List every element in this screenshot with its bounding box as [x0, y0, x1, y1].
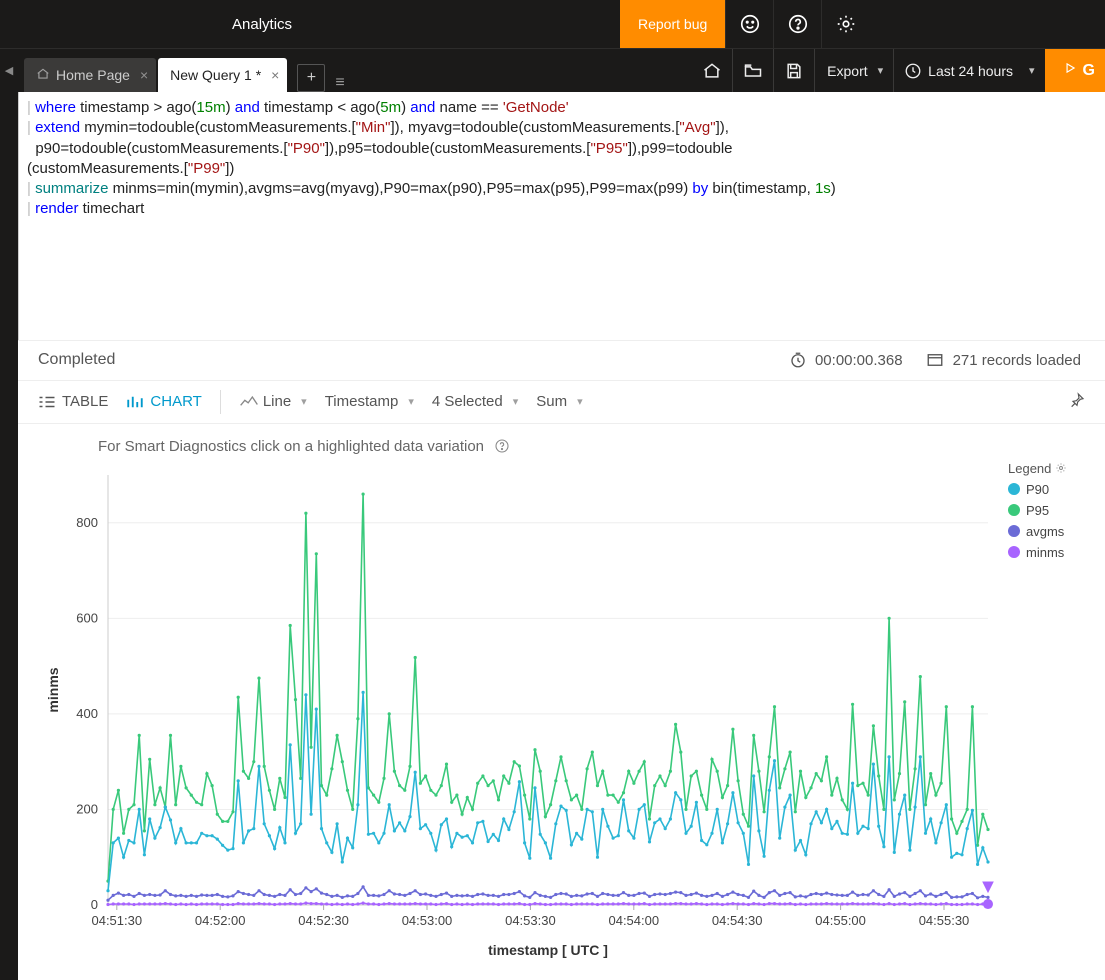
series-dropdown[interactable]: 4 Selected▾	[432, 393, 518, 410]
aggregation-dropdown[interactable]: Sum▾	[536, 393, 582, 410]
svg-text:800: 800	[76, 514, 98, 529]
svg-text:04:53:30: 04:53:30	[505, 913, 556, 928]
svg-text:400: 400	[76, 705, 98, 720]
svg-text:04:52:00: 04:52:00	[195, 913, 246, 928]
home-button[interactable]	[692, 49, 732, 93]
report-bug-button[interactable]: Report bug	[620, 0, 725, 48]
svg-text:600: 600	[76, 610, 98, 625]
status-label: Completed	[38, 351, 115, 369]
tab-home[interactable]: Home Page ×	[24, 58, 156, 92]
chevron-down-icon: ▾	[878, 64, 884, 77]
tab-new-query[interactable]: New Query 1 * ×	[158, 58, 287, 92]
query-duration: 00:00:00.368	[789, 351, 903, 369]
pin-icon[interactable]	[1069, 392, 1085, 412]
svg-text:04:55:00: 04:55:00	[815, 913, 866, 928]
help-icon[interactable]	[773, 0, 821, 48]
tab-menu-icon[interactable]: ≡	[335, 74, 344, 92]
play-icon	[1063, 61, 1077, 80]
gear-icon	[1055, 462, 1067, 474]
status-bar: Completed 00:00:00.368 271 records loade…	[18, 340, 1105, 380]
svg-text:04:53:00: 04:53:00	[402, 913, 453, 928]
view-table-button[interactable]: TABLE	[38, 393, 108, 410]
gear-icon[interactable]	[821, 0, 869, 48]
svg-text:200: 200	[76, 801, 98, 816]
close-icon[interactable]: ×	[271, 67, 279, 83]
chart-legend: Legend P90 P95 avgms minms	[1008, 461, 1067, 970]
close-icon[interactable]: ×	[140, 67, 148, 83]
chevron-down-icon: ▾	[1029, 64, 1035, 77]
svg-text:0: 0	[91, 897, 98, 912]
svg-text:04:51:30: 04:51:30	[91, 913, 142, 928]
top-bar: Analytics Report bug	[0, 0, 1105, 48]
svg-text:04:54:30: 04:54:30	[712, 913, 763, 928]
collapse-left-icon[interactable]: ◀	[0, 49, 18, 92]
svg-text:04:54:00: 04:54:00	[608, 913, 659, 928]
line-chart[interactable]: 0 200 400 600 800 04:51:30 04:52:00 04:52:30 04:…	[38, 455, 998, 970]
legend-item-P95[interactable]: P95	[1008, 503, 1067, 518]
view-chart-button[interactable]: CHART	[126, 393, 201, 410]
smiley-icon[interactable]	[725, 0, 773, 48]
home-icon	[36, 67, 50, 84]
open-button[interactable]	[732, 49, 773, 93]
svg-text:04:55:30: 04:55:30	[919, 913, 970, 928]
chart-area: For Smart Diagnostics click on a highlig…	[18, 424, 1105, 980]
tab-toolbar-row: ◀ Home Page × New Query 1 * × + ≡ Export…	[0, 48, 1105, 92]
query-editor[interactable]: | where timestamp > ago(15m) and timesta…	[18, 92, 1105, 340]
chart-type-dropdown[interactable]: Line▾	[239, 393, 307, 410]
save-button[interactable]	[773, 49, 814, 93]
tab-new-query-label: New Query 1 *	[170, 67, 261, 83]
svg-text:04:52:30: 04:52:30	[298, 913, 349, 928]
records-loaded: 271 records loaded	[925, 351, 1081, 369]
time-range-button[interactable]: Last 24 hours ▾	[893, 49, 1044, 93]
export-button[interactable]: Export ▾	[814, 49, 893, 93]
brand-title: Analytics	[0, 16, 620, 33]
tab-home-label: Home Page	[56, 67, 130, 83]
help-icon[interactable]	[494, 438, 510, 454]
legend-item-minms[interactable]: minms	[1008, 545, 1067, 560]
x-axis-dropdown[interactable]: Timestamp▾	[325, 393, 414, 410]
legend-item-P90[interactable]: P90	[1008, 482, 1067, 497]
smart-diagnostics-hint: For Smart Diagnostics click on a highlig…	[98, 438, 1085, 455]
add-tab-button[interactable]: +	[297, 64, 325, 92]
chart-toolbar: TABLE CHART Line▾ Timestamp▾ 4 Selected▾…	[18, 380, 1105, 424]
svg-text:timestamp [ UTC ]: timestamp [ UTC ]	[488, 942, 608, 958]
legend-title[interactable]: Legend	[1008, 461, 1067, 476]
legend-item-avgms[interactable]: avgms	[1008, 524, 1067, 539]
svg-text:minms: minms	[45, 667, 61, 712]
run-query-button[interactable]: G	[1045, 49, 1105, 93]
